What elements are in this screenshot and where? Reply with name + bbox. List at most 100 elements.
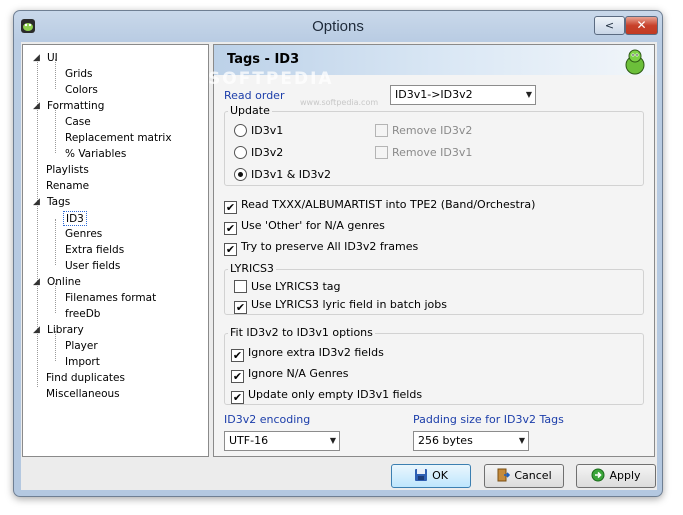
mascot-icon bbox=[625, 49, 645, 75]
checkbox-checked[interactable]: ✔ bbox=[224, 201, 237, 214]
save-icon bbox=[415, 469, 428, 481]
padding-select[interactable]: 256 bytes ▼ bbox=[413, 431, 529, 451]
radio-id3v1-id3v2[interactable]: ID3v1 & ID3v2 bbox=[234, 167, 331, 183]
checkbox[interactable] bbox=[234, 280, 247, 293]
tree-item-replacement-matrix[interactable]: Replacement matrix bbox=[65, 131, 172, 146]
tree-item-user-fields[interactable]: User fields bbox=[65, 259, 120, 274]
options-window: Options < ✕ ◢ UI Grids Colors ◢ Formatting… bbox=[13, 10, 663, 497]
tree-item-filenames-format[interactable]: Filenames format bbox=[65, 291, 156, 306]
checkbox-label: Ignore N/A Genres bbox=[248, 367, 349, 380]
ignore-na-checkbox[interactable]: ✔ Ignore N/A Genres bbox=[231, 366, 349, 383]
checkbox-label: Update only empty ID3v1 fields bbox=[248, 388, 423, 401]
checkbox-checked[interactable]: ✔ bbox=[234, 301, 247, 314]
padding-label: Padding size for ID3v2 Tags bbox=[413, 413, 564, 426]
title-bar[interactable]: Options < ✕ bbox=[14, 11, 662, 42]
options-tree[interactable]: ◢ UI Grids Colors ◢ Formatting Case Replac… bbox=[22, 44, 209, 457]
remove-id3v1-checkbox: Remove ID3v1 bbox=[375, 145, 472, 161]
padding-value: 256 bytes bbox=[418, 434, 473, 447]
lyrics3-tag-checkbox[interactable]: Use LYRICS3 tag bbox=[234, 279, 341, 295]
tree-item-extra-fields[interactable]: Extra fields bbox=[65, 243, 124, 258]
ok-label: OK bbox=[432, 469, 448, 482]
radio-id3v1[interactable]: ID3v1 bbox=[234, 123, 283, 139]
panel-title: Tags - ID3 bbox=[227, 52, 300, 67]
checkbox-label: Read TXXX/ALBUMARTIST into TPE2 (Band/Or… bbox=[241, 198, 536, 211]
cancel-button[interactable]: Cancel bbox=[484, 464, 564, 488]
tree-item-rename[interactable]: Rename bbox=[46, 179, 89, 194]
checkbox-label: Use 'Other' for N/A genres bbox=[241, 219, 385, 232]
radio-button-selected[interactable] bbox=[234, 168, 247, 181]
cancel-label: Cancel bbox=[514, 469, 552, 482]
collapse-icon[interactable]: ◢ bbox=[33, 195, 40, 210]
checkbox-label: Try to preserve All ID3v2 frames bbox=[241, 240, 419, 253]
checkbox bbox=[375, 124, 388, 137]
ok-button[interactable]: OK bbox=[391, 464, 471, 488]
encoding-label: ID3v2 encoding bbox=[224, 413, 311, 426]
encoding-value: UTF-16 bbox=[229, 434, 269, 447]
close-button[interactable]: ✕ bbox=[625, 16, 658, 35]
collapse-icon[interactable]: ◢ bbox=[33, 275, 40, 290]
checkbox-checked[interactable]: ✔ bbox=[224, 222, 237, 235]
tree-item-grids[interactable]: Grids bbox=[65, 67, 93, 82]
fit-group-label: Fit ID3v2 to ID3v1 options bbox=[228, 326, 375, 339]
tree-item-player[interactable]: Player bbox=[65, 339, 98, 354]
watermark-url: www.softpedia.com bbox=[300, 98, 379, 107]
read-order-select[interactable]: ID3v1->ID3v2 ▼ bbox=[390, 85, 536, 105]
apply-label: Apply bbox=[609, 469, 641, 482]
chevron-down-icon: ▼ bbox=[525, 90, 532, 99]
encoding-select[interactable]: UTF-16 ▼ bbox=[224, 431, 340, 451]
collapse-icon[interactable]: ◢ bbox=[33, 99, 40, 114]
tree-item-label: Tags bbox=[47, 196, 71, 208]
watermark: SOFTPEDIA bbox=[208, 69, 334, 89]
tree-item-ui[interactable]: ◢ UI bbox=[33, 51, 58, 66]
checkbox-checked[interactable]: ✔ bbox=[231, 370, 244, 383]
tree-item-playlists[interactable]: Playlists bbox=[46, 163, 89, 178]
tree-item-label: Library bbox=[47, 324, 84, 336]
apply-button[interactable]: Apply bbox=[576, 464, 656, 488]
tree-item-online[interactable]: ◢ Online bbox=[33, 275, 81, 290]
radio-button[interactable] bbox=[234, 146, 247, 159]
settings-panel: Tags - ID3 SOFTPEDIA www.softpedia.com R… bbox=[208, 44, 655, 457]
checkbox-label: Remove ID3v1 bbox=[392, 146, 473, 159]
ignore-extra-checkbox[interactable]: ✔ Ignore extra ID3v2 fields bbox=[231, 345, 384, 362]
txxx-checkbox[interactable]: ✔ Read TXXX/ALBUMARTIST into TPE2 (Band/O… bbox=[224, 197, 536, 214]
tree-item-case[interactable]: Case bbox=[65, 115, 91, 130]
checkbox-label: Ignore extra ID3v2 fields bbox=[248, 346, 384, 359]
read-order-label: Read order bbox=[224, 89, 285, 102]
lyrics3-batch-checkbox[interactable]: ✔ Use LYRICS3 lyric field in batch jobs bbox=[234, 297, 447, 314]
tree-item-miscellaneous[interactable]: Miscellaneous bbox=[46, 387, 120, 402]
tree-item-label: Formatting bbox=[47, 100, 105, 112]
lyrics3-group-label: LYRICS3 bbox=[228, 262, 276, 275]
tree-item-formatting[interactable]: ◢ Formatting bbox=[33, 99, 104, 114]
tree-item-variables[interactable]: % Variables bbox=[65, 147, 126, 162]
dialog-body: ◢ UI Grids Colors ◢ Formatting Case Replac… bbox=[21, 42, 657, 490]
checkbox-checked[interactable]: ✔ bbox=[231, 349, 244, 362]
radio-button[interactable] bbox=[234, 124, 247, 137]
chevron-down-icon: ▼ bbox=[329, 436, 336, 445]
tree-item-freedb[interactable]: freeDb bbox=[65, 307, 100, 322]
tree-item-import[interactable]: Import bbox=[65, 355, 100, 370]
tree-item-genres[interactable]: Genres bbox=[65, 227, 102, 242]
tree-item-id3[interactable]: ID3 bbox=[63, 211, 87, 226]
collapse-icon[interactable]: ◢ bbox=[33, 51, 40, 66]
preserve-frames-checkbox[interactable]: ✔ Try to preserve All ID3v2 frames bbox=[224, 239, 419, 256]
tree-item-tags[interactable]: ◢ Tags bbox=[33, 195, 70, 210]
update-group-label: Update bbox=[228, 104, 272, 117]
checkbox-label: Use LYRICS3 lyric field in batch jobs bbox=[251, 298, 447, 311]
read-order-value: ID3v1->ID3v2 bbox=[395, 88, 473, 101]
update-empty-checkbox[interactable]: ✔ Update only empty ID3v1 fields bbox=[231, 387, 423, 404]
checkbox-label: Use LYRICS3 tag bbox=[251, 280, 341, 293]
collapse-icon[interactable]: ◢ bbox=[33, 323, 40, 338]
tree-item-find-duplicates[interactable]: Find duplicates bbox=[46, 371, 125, 386]
minimize-button[interactable]: < bbox=[594, 16, 625, 35]
tree-item-label: Online bbox=[47, 276, 81, 288]
radio-label: ID3v2 bbox=[251, 146, 284, 159]
tree-guide bbox=[55, 219, 56, 265]
checkbox-checked[interactable]: ✔ bbox=[231, 391, 244, 404]
chevron-down-icon: ▼ bbox=[518, 436, 525, 445]
other-genre-checkbox[interactable]: ✔ Use 'Other' for N/A genres bbox=[224, 218, 385, 235]
tree-item-colors[interactable]: Colors bbox=[65, 83, 98, 98]
remove-id3v2-checkbox: Remove ID3v2 bbox=[375, 123, 472, 139]
checkbox-checked[interactable]: ✔ bbox=[224, 243, 237, 256]
radio-id3v2[interactable]: ID3v2 bbox=[234, 145, 283, 161]
tree-item-library[interactable]: ◢ Library bbox=[33, 323, 84, 338]
